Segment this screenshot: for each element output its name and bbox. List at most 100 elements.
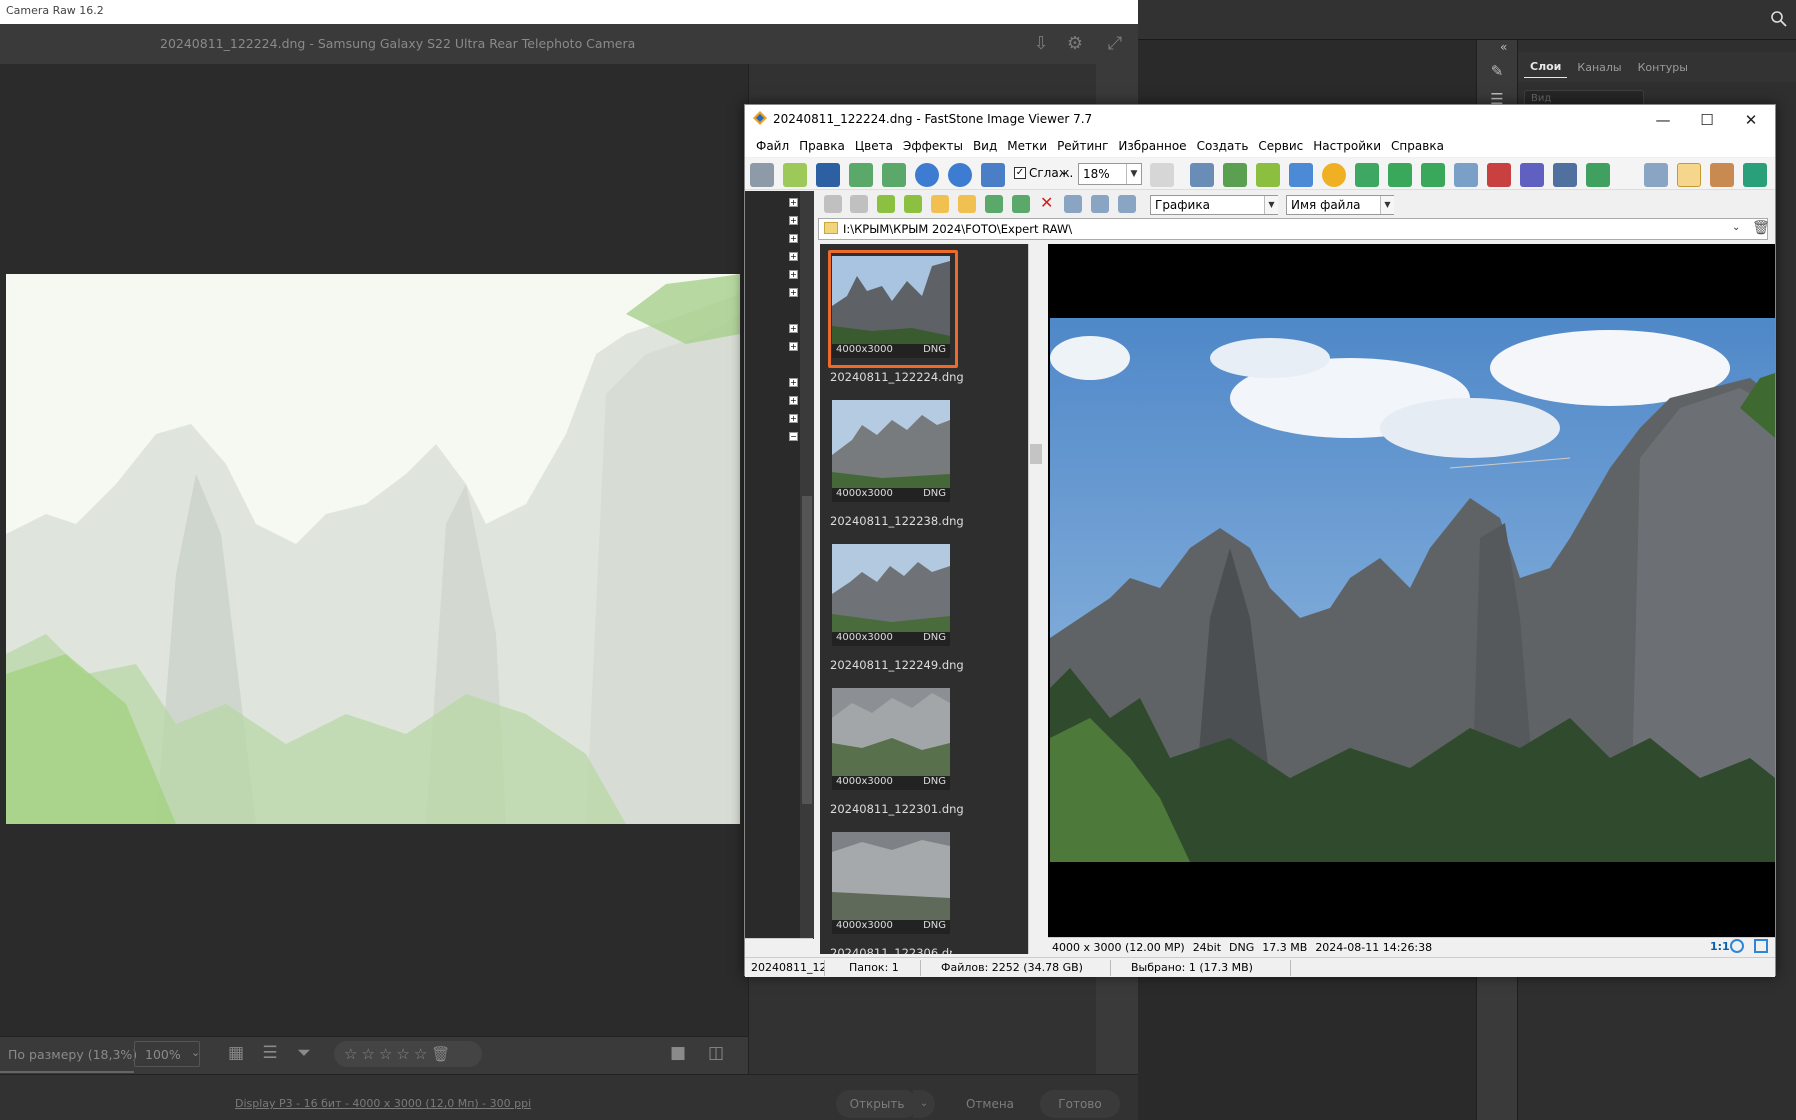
full-screen-icon[interactable]	[1754, 939, 1768, 953]
star-icon[interactable]: ☆	[396, 1045, 409, 1063]
red-eye-icon[interactable]	[1355, 163, 1379, 187]
cancel-button[interactable]: Отмена	[950, 1090, 1030, 1118]
slideshow-icon[interactable]	[1487, 163, 1511, 187]
filmstrip-icon[interactable]: ▦	[224, 1043, 248, 1067]
folder-path-input[interactable]: I:\КРЫМ\КРЫМ 2024\FOTO\Expert RAW\	[818, 218, 1768, 240]
folder-tree-list[interactable]	[745, 191, 800, 939]
tab-channels[interactable]: Каналы	[1571, 57, 1627, 78]
new-folder-icon[interactable]	[931, 195, 949, 213]
rotate-left-icon[interactable]	[1388, 163, 1412, 187]
tree-expand-icon[interactable]: +	[789, 270, 798, 279]
menu-effects[interactable]: Эффекты	[898, 135, 968, 157]
menu-help[interactable]: Справка	[1386, 135, 1449, 157]
tree-expand-icon[interactable]: +	[789, 378, 798, 387]
thumbnail-item[interactable]: 4000x3000 DNG	[830, 542, 952, 646]
chevron-down-icon[interactable]: ▼	[1264, 196, 1278, 214]
fit-to-window-icon[interactable]	[1730, 939, 1744, 953]
details-view-icon[interactable]	[1118, 195, 1136, 213]
checkbox-icon[interactable]: ✓	[1014, 167, 1026, 179]
star-icon[interactable]: ☆	[344, 1045, 357, 1063]
flip-icon[interactable]	[1454, 163, 1478, 187]
image-info-link[interactable]: Display P3 - 16 бит - 4000 x 3000 (12,0 …	[235, 1097, 531, 1110]
draw-icon[interactable]	[1520, 163, 1544, 187]
thumbnail-item[interactable]: 4000x3000 DNG	[830, 686, 952, 790]
folder-refresh-icon[interactable]	[904, 195, 922, 213]
thumbnail-scrollbar[interactable]	[1028, 244, 1044, 954]
tree-expand-icon[interactable]: +	[789, 252, 798, 261]
rotate-right-icon[interactable]	[1421, 163, 1445, 187]
tree-expand-icon[interactable]: +	[789, 414, 798, 423]
menu-file[interactable]: Файл	[751, 135, 794, 157]
tree-expand-icon[interactable]: +	[789, 396, 798, 405]
tab-layers[interactable]: Слои	[1524, 56, 1568, 78]
open-button[interactable]: Открыть	[836, 1090, 918, 1118]
list-view-icon[interactable]	[1091, 195, 1109, 213]
previous-image-icon[interactable]	[849, 163, 873, 187]
tree-collapse-icon[interactable]: −	[789, 432, 798, 441]
forward-icon[interactable]	[850, 195, 868, 213]
crop-icon[interactable]	[1223, 163, 1247, 187]
zoom-out-icon[interactable]	[948, 163, 972, 187]
smooth-checkbox[interactable]: ✓ Сглаж.	[1014, 166, 1073, 180]
actual-size-icon[interactable]	[981, 163, 1005, 187]
folder-tree-hscrollbar[interactable]	[745, 938, 813, 956]
close-icon[interactable]: ✕	[1728, 106, 1774, 134]
fit-zoom-label[interactable]: По размеру (18,3%)	[8, 1047, 137, 1062]
sort-by-select[interactable]: Имя файла	[1286, 195, 1394, 215]
tree-expand-icon[interactable]: +	[789, 342, 798, 351]
save-icon[interactable]	[816, 163, 840, 187]
camera-icon[interactable]	[750, 163, 774, 187]
settings-icon[interactable]: ⚙	[1064, 33, 1086, 55]
canvas-icon[interactable]	[1256, 163, 1280, 187]
tree-expand-icon[interactable]: +	[789, 288, 798, 297]
print-icon[interactable]	[1553, 163, 1577, 187]
thumbnail-image[interactable]	[832, 400, 950, 488]
chevron-down-icon[interactable]: ▼	[1380, 196, 1394, 214]
tree-expand-icon[interactable]: +	[789, 216, 798, 225]
preview-image[interactable]	[1050, 318, 1775, 862]
menu-tools[interactable]: Сервис	[1253, 135, 1308, 157]
rating-stars[interactable]: ☆ ☆ ☆ ☆ ☆ 🗑	[334, 1041, 482, 1067]
menu-tags[interactable]: Метки	[1002, 135, 1052, 157]
chevron-down-icon[interactable]: ⌄	[1732, 222, 1740, 233]
star-icon[interactable]: ☆	[379, 1045, 392, 1063]
maximize-icon[interactable]: ☐	[1684, 106, 1730, 134]
color-adjust-icon[interactable]	[1289, 163, 1313, 187]
favorites-folder-icon[interactable]	[958, 195, 976, 213]
thumbnail-item[interactable]: 4000x3000 DNG	[830, 398, 952, 502]
layout-single-icon[interactable]	[1710, 163, 1734, 187]
thumbnail-item[interactable]: 4000x3000 DNG	[830, 830, 952, 934]
fullscreen-icon[interactable]: ⤢	[1104, 33, 1126, 55]
compare-icon[interactable]: ◫	[704, 1043, 728, 1067]
menu-create[interactable]: Создать	[1192, 135, 1254, 157]
delete-icon[interactable]: 🗑	[431, 1045, 450, 1063]
brightness-icon[interactable]	[1322, 163, 1346, 187]
folder-tree-scroll-thumb[interactable]	[802, 496, 812, 804]
camera-raw-preview-image[interactable]	[6, 274, 740, 824]
star-icon[interactable]: ☆	[361, 1045, 374, 1063]
thumbnail-view-icon[interactable]	[1064, 195, 1082, 213]
menu-colors[interactable]: Цвета	[850, 135, 898, 157]
copy-to-icon[interactable]	[985, 195, 1003, 213]
resize-icon[interactable]	[1190, 163, 1214, 187]
filter-icon[interactable]: ⏷	[292, 1043, 316, 1067]
recycle-bin-icon[interactable]: 🗑	[1752, 220, 1770, 238]
open-folder-icon[interactable]	[783, 163, 807, 187]
menu-settings[interactable]: Настройки	[1308, 135, 1386, 157]
file-type-filter[interactable]: Графика	[1150, 195, 1278, 215]
chevron-down-icon[interactable]: ▼	[1126, 164, 1141, 184]
search-icon[interactable]	[1770, 10, 1790, 30]
chevron-down-icon[interactable]: ⌄	[191, 1046, 200, 1059]
tab-paths[interactable]: Контуры	[1632, 57, 1694, 78]
star-icon[interactable]: ☆	[414, 1045, 427, 1063]
zoom-in-icon[interactable]	[915, 163, 939, 187]
menu-view[interactable]: Вид	[968, 135, 1002, 157]
back-icon[interactable]	[824, 195, 842, 213]
menu-rating[interactable]: Рейтинг	[1052, 135, 1113, 157]
collapse-panels-icon[interactable]: «	[1500, 40, 1507, 54]
minimize-icon[interactable]: —	[1640, 106, 1686, 134]
thumbnail-image[interactable]	[832, 688, 950, 776]
folder-up-icon[interactable]	[877, 195, 895, 213]
menu-favorites[interactable]: Избранное	[1113, 135, 1191, 157]
fullscreen-icon[interactable]	[1743, 163, 1767, 187]
